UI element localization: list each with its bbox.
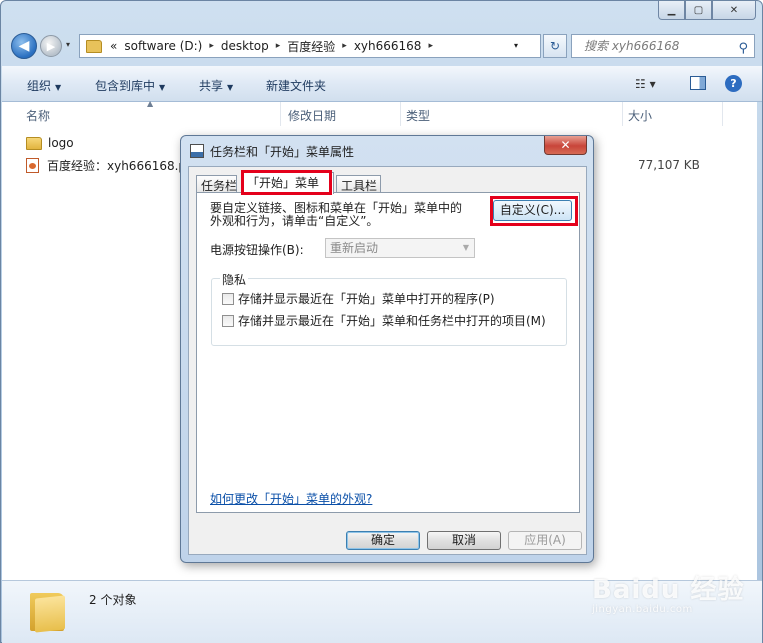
file-name: 百度经验：xyh666168.pr: [47, 159, 191, 173]
column-divider[interactable]: [722, 102, 723, 126]
search-input[interactable]: 搜索 xyh666168 ⚲: [571, 34, 755, 58]
new-folder-button[interactable]: 新建文件夹: [266, 77, 326, 94]
view-options-icon[interactable]: ☷ ▾: [635, 77, 656, 91]
breadcrumb-current[interactable]: xyh666168: [354, 39, 422, 53]
watermark-text: Baidu 经验: [592, 575, 745, 605]
checkbox-label: 存储并显示最近在「开始」菜单和任务栏中打开的项目(M): [238, 314, 546, 328]
column-divider[interactable]: [400, 102, 401, 126]
privacy-group: 隐私 存储并显示最近在「开始」菜单中打开的程序(P) 存储并显示最近在「开始」菜…: [211, 271, 567, 346]
dialog-close-button[interactable]: ✕: [544, 136, 587, 155]
column-headers: ▲ 名称 修改日期 类型 大小: [2, 99, 757, 126]
navigation-bar: ◀ ▶ ▾ « software (D:) ▸ desktop ▸ 百度经验 ▸…: [1, 29, 763, 63]
checkbox[interactable]: [222, 314, 234, 327]
folder-icon: [26, 136, 42, 150]
taskbar-start-menu-properties-dialog: 任务栏和「开始」菜单属性 ✕ 任务栏 「开始」菜单 工具栏 要自定义链接、图标和…: [180, 135, 594, 563]
privacy-option-items[interactable]: 存储并显示最近在「开始」菜单和任务栏中打开的项目(M): [222, 312, 546, 329]
search-placeholder: 搜索 xyh666168: [584, 39, 680, 53]
tab-start-menu[interactable]: 「开始」菜单: [242, 172, 334, 194]
column-modified[interactable]: 修改日期: [288, 107, 336, 124]
power-button-label: 电源按钮操作(B):: [210, 243, 304, 257]
include-in-library-button[interactable]: 包含到库中 ▼: [95, 77, 165, 94]
list-item[interactable]: 百度经验：xyh666168.pr: [26, 157, 191, 174]
customize-button[interactable]: 自定义(C)...: [493, 200, 572, 221]
item-count: 2 个对象: [89, 593, 137, 607]
share-label: 共享: [199, 79, 224, 93]
breadcrumb-drive[interactable]: software (D:): [124, 39, 202, 53]
folder-icon: [30, 589, 66, 633]
breadcrumb-separator-icon[interactable]: ▸: [342, 41, 347, 51]
share-button[interactable]: 共享 ▼: [199, 77, 233, 94]
folder-icon: [86, 39, 102, 53]
apply-button[interactable]: 应用(A): [508, 531, 582, 550]
list-item[interactable]: logo: [26, 136, 74, 150]
checkbox[interactable]: [222, 292, 234, 305]
search-icon[interactable]: ⚲: [738, 38, 748, 60]
column-type[interactable]: 类型: [406, 107, 430, 124]
help-link[interactable]: 如何更改「开始」菜单的外观?: [210, 490, 372, 507]
column-size[interactable]: 大小: [628, 107, 652, 124]
address-bar[interactable]: « software (D:) ▸ desktop ▸ 百度经验 ▸ xyh66…: [79, 34, 541, 58]
forward-button[interactable]: ▶: [40, 35, 62, 57]
privacy-group-label: 隐私: [220, 271, 249, 288]
tab-toolbars[interactable]: 工具栏: [336, 175, 381, 193]
dialog-body: 任务栏 「开始」菜单 工具栏 要自定义链接、图标和菜单在「开始」菜单中的外观和行…: [188, 166, 587, 555]
refresh-button[interactable]: ↻: [543, 34, 567, 58]
chevron-down-icon: ▼: [55, 83, 62, 92]
checkbox-label: 存储并显示最近在「开始」菜单中打开的程序(P): [238, 292, 495, 306]
breadcrumb-separator-icon[interactable]: ▸: [276, 41, 281, 51]
help-icon[interactable]: ?: [725, 75, 742, 92]
forward-arrow-icon: ▶: [46, 39, 56, 53]
file-size: 77,107 KB: [638, 158, 700, 172]
refresh-icon: ↻: [549, 39, 561, 53]
breadcrumb-prefix[interactable]: «: [110, 39, 117, 53]
file-name: logo: [48, 136, 74, 150]
dialog-title: 任务栏和「开始」菜单属性: [210, 145, 355, 159]
presentation-file-icon: [26, 158, 39, 173]
include-in-library-label: 包含到库中: [95, 79, 156, 93]
organize-label: 组织: [27, 79, 52, 93]
maximize-button[interactable]: ▢: [685, 1, 712, 20]
watermark-logo: Baidu 经验 jingyan.baidu.com: [592, 569, 744, 615]
details-pane: 2 个对象 Baidu 经验 jingyan.baidu.com: [2, 575, 762, 643]
chevron-down-icon: ▼: [462, 243, 469, 252]
organize-button[interactable]: 组织 ▼: [27, 77, 61, 94]
column-divider[interactable]: [622, 102, 623, 126]
address-dropdown-icon[interactable]: ▾: [514, 41, 518, 50]
minimize-button[interactable]: ▁: [658, 1, 685, 20]
breadcrumb-separator-icon[interactable]: ▸: [428, 41, 433, 51]
privacy-option-programs[interactable]: 存储并显示最近在「开始」菜单中打开的程序(P): [222, 290, 495, 307]
cancel-button[interactable]: 取消: [427, 531, 501, 550]
ok-button[interactable]: 确定: [346, 531, 420, 550]
breadcrumb-baidujingyan[interactable]: 百度经验: [287, 38, 335, 55]
chevron-down-icon: ▼: [227, 83, 234, 92]
column-name[interactable]: 名称: [26, 107, 50, 124]
breadcrumb-desktop[interactable]: desktop: [221, 39, 269, 53]
history-dropdown-icon[interactable]: ▾: [66, 40, 70, 49]
command-bar: 组织 ▼ 包含到库中 ▼ 共享 ▼ 新建文件夹 ☷ ▾ ?: [2, 66, 762, 102]
preview-pane-icon[interactable]: [690, 76, 706, 90]
start-menu-tab-panel: 要自定义链接、图标和菜单在「开始」菜单中的外观和行为，请单击“自定义”。 自定义…: [196, 192, 580, 513]
taskbar-icon: [190, 144, 204, 158]
close-button[interactable]: ✕: [712, 1, 756, 20]
chevron-down-icon: ▼: [159, 83, 166, 92]
power-button-value: 重新启动: [330, 241, 379, 255]
window-controls: ▁ ▢ ✕: [658, 1, 756, 21]
column-divider[interactable]: [280, 102, 281, 126]
back-arrow-icon: ◀: [18, 38, 30, 54]
breadcrumb-separator-icon[interactable]: ▸: [209, 41, 214, 51]
back-button[interactable]: ◀: [11, 33, 37, 59]
power-button-select[interactable]: 重新启动 ▼: [325, 238, 475, 258]
customize-description: 要自定义链接、图标和菜单在「开始」菜单中的外观和行为，请单击“自定义”。: [210, 201, 463, 228]
tab-taskbar[interactable]: 任务栏: [196, 175, 237, 193]
sort-ascending-icon: ▲: [147, 99, 154, 108]
